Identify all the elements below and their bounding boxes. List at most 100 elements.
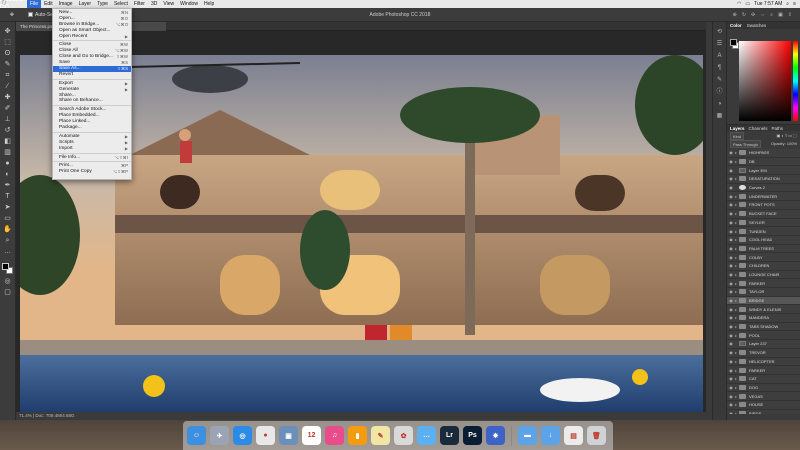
visibility-eye-icon[interactable]: ◉ [727, 385, 735, 390]
shape-tool-icon[interactable]: ▭ [3, 215, 13, 223]
history-panel-icon[interactable]: ⟲ [715, 28, 724, 36]
layer-row[interactable]: ◉ ▸ POOL [727, 331, 800, 341]
layer-row[interactable]: ◉ Layer 394 [727, 166, 800, 176]
layer-row[interactable]: ◉ ▸ CHILDREN [727, 261, 800, 271]
adjustments-panel-icon[interactable]: ◑ [715, 100, 724, 108]
hand-tool-icon[interactable]: ✋ [3, 226, 13, 234]
layer-filter-icons[interactable]: ▣ ◐ T ▭ ⬚ [777, 132, 798, 140]
menu-view[interactable]: View [160, 0, 177, 8]
visibility-eye-icon[interactable]: ◉ [727, 394, 735, 399]
menu-3d[interactable]: 3D [148, 0, 160, 8]
visibility-eye-icon[interactable]: ◉ [727, 255, 735, 260]
visibility-eye-icon[interactable]: ◉ [727, 307, 735, 312]
tab-color[interactable]: Color [730, 22, 742, 29]
folder-app-icon[interactable]: ▬ [518, 426, 537, 445]
visibility-eye-icon[interactable]: ◉ [727, 237, 735, 242]
visibility-eye-icon[interactable]: ◉ [727, 368, 735, 373]
brush-tool-icon[interactable]: ✐ [3, 105, 13, 113]
file-menu-item[interactable]: Share on Behance... [53, 98, 131, 104]
pan-icon[interactable]: ✣ [751, 12, 755, 18]
layer-row[interactable]: ◉ ▸ BUCKET FACE [727, 209, 800, 219]
safari-app-icon[interactable]: ◎ [233, 426, 252, 445]
brush-panel-icon[interactable]: ✎ [715, 76, 724, 84]
move-tool-icon[interactable]: ✥ [3, 28, 13, 36]
launchpad-app-icon[interactable]: ✈ [210, 426, 229, 445]
marquee-tool-icon[interactable]: ⬚ [3, 39, 13, 47]
layer-row[interactable]: ◉ ▸ CAT [727, 374, 800, 384]
layer-row[interactable]: ◉ ▸ SKYLER [727, 218, 800, 228]
menu-select[interactable]: Select [111, 0, 131, 8]
menu-edit[interactable]: Edit [41, 0, 56, 8]
blur-tool-icon[interactable]: ● [3, 160, 13, 168]
itunes-app-icon[interactable]: ♫ [325, 426, 344, 445]
file-menu-item[interactable]: Open Recent ▶ [53, 34, 131, 40]
visibility-eye-icon[interactable]: ◉ [727, 402, 735, 407]
clock[interactable]: Tue 7:57 AM [754, 1, 782, 7]
ibooks-app-icon[interactable]: ▮ [348, 426, 367, 445]
notification-icon[interactable]: ≡ [793, 1, 796, 7]
tab-channels[interactable]: Channels [749, 125, 768, 131]
paragraph-panel-icon[interactable]: ¶ [715, 64, 724, 72]
visibility-eye-icon[interactable]: ◉ [727, 194, 735, 199]
layer-row[interactable]: ◉ ▸ HOUSE [727, 400, 800, 410]
quick-select-tool-icon[interactable]: ✎ [3, 61, 13, 69]
trash-app-icon[interactable]: 🗑 [587, 426, 606, 445]
visibility-eye-icon[interactable]: ◉ [727, 298, 735, 303]
file-menu-item[interactable]: Print One Copy ⌥⇧⌘P [53, 169, 131, 175]
quick-mask-icon[interactable]: ◎ [3, 278, 13, 286]
character-panel-icon[interactable]: A [715, 52, 724, 60]
notes-app-icon[interactable]: ✎ [371, 426, 390, 445]
layer-row[interactable]: ◉ ▸ TREVOR [727, 348, 800, 358]
eyedropper-tool-icon[interactable]: ⁄ [3, 83, 13, 91]
move-tool-icon[interactable]: ✥ [2, 9, 22, 21]
layer-row[interactable]: ◉ Layer 237 [727, 340, 800, 349]
capture-app-icon[interactable]: ✵ [486, 426, 505, 445]
visibility-eye-icon[interactable]: ◉ [727, 246, 735, 251]
file-menu-item[interactable]: Revert [53, 72, 131, 78]
layer-row[interactable]: ◉ ▸ COLBY [727, 253, 800, 262]
layer-row[interactable]: ◉ ▸ HIGHPASS [727, 149, 800, 158]
visibility-eye-icon[interactable]: ◉ [727, 289, 735, 294]
eraser-tool-icon[interactable]: ◧ [3, 138, 13, 146]
menu-layer[interactable]: Layer [76, 0, 95, 8]
zoom-tool-icon[interactable]: ⌕ [3, 237, 13, 245]
visibility-eye-icon[interactable]: ◉ [727, 263, 735, 268]
dodge-tool-icon[interactable]: ◐ [3, 171, 13, 179]
visibility-eye-icon[interactable]: ◉ [727, 324, 735, 329]
wifi-icon[interactable]: ◠ [737, 1, 741, 7]
menu-type[interactable]: Type [94, 0, 111, 8]
tab-paths[interactable]: Paths [772, 125, 784, 131]
photo-app-icon[interactable]: ✿ [394, 426, 413, 445]
visibility-eye-icon[interactable]: ◉ [727, 315, 735, 320]
lasso-tool-icon[interactable]: ʘ [3, 50, 13, 58]
screen-mode-icon[interactable]: ▢ [3, 289, 13, 297]
visibility-eye-icon[interactable]: ◉ [727, 176, 735, 181]
3d-mode-icon[interactable]: ⊕ [733, 12, 737, 18]
gradient-tool-icon[interactable]: ▥ [3, 149, 13, 157]
auto-select-checkbox[interactable] [28, 12, 33, 17]
visibility-eye-icon[interactable]: ◉ [727, 220, 735, 225]
layer-row[interactable]: ◉ ▸ MANDERA [727, 314, 800, 323]
info-panel-icon[interactable]: ⓘ [715, 88, 724, 96]
layer-row[interactable]: ◉ ▸ FRONT POTS [727, 201, 800, 210]
history-brush-tool-icon[interactable]: ↺ [3, 127, 13, 135]
visibility-eye-icon[interactable]: ◉ [727, 150, 735, 155]
layer-row[interactable]: ◉ ▸ PALM TREES [727, 244, 800, 254]
blend-mode-select[interactable]: Pass Through [730, 140, 761, 148]
messages-app-icon[interactable]: … [417, 426, 436, 445]
menu-filter[interactable]: Filter [131, 0, 148, 8]
color-swatches[interactable] [1, 263, 14, 275]
visibility-eye-icon[interactable]: ◉ [727, 159, 735, 164]
rotate-icon[interactable]: ↻ [742, 12, 746, 18]
color-field[interactable] [739, 41, 791, 121]
layer-filter-kind[interactable]: Kind [730, 132, 745, 140]
crop-tool-icon[interactable]: ⌗ [3, 72, 13, 80]
foreground-color-swatch[interactable] [1, 263, 9, 270]
layer-row[interactable]: ◉ ▸ BRIDGE [727, 296, 800, 306]
file-menu-item[interactable]: Package... [53, 125, 131, 131]
layer-row[interactable]: ◉ ▸ LOUNGE CHAIR [727, 270, 800, 280]
slide-icon[interactable]: ⇔ [760, 12, 765, 18]
healing-tool-icon[interactable]: ✚ [3, 94, 13, 102]
menu-window[interactable]: Window [177, 0, 201, 8]
finder-app-icon[interactable]: ☺ [187, 426, 206, 445]
